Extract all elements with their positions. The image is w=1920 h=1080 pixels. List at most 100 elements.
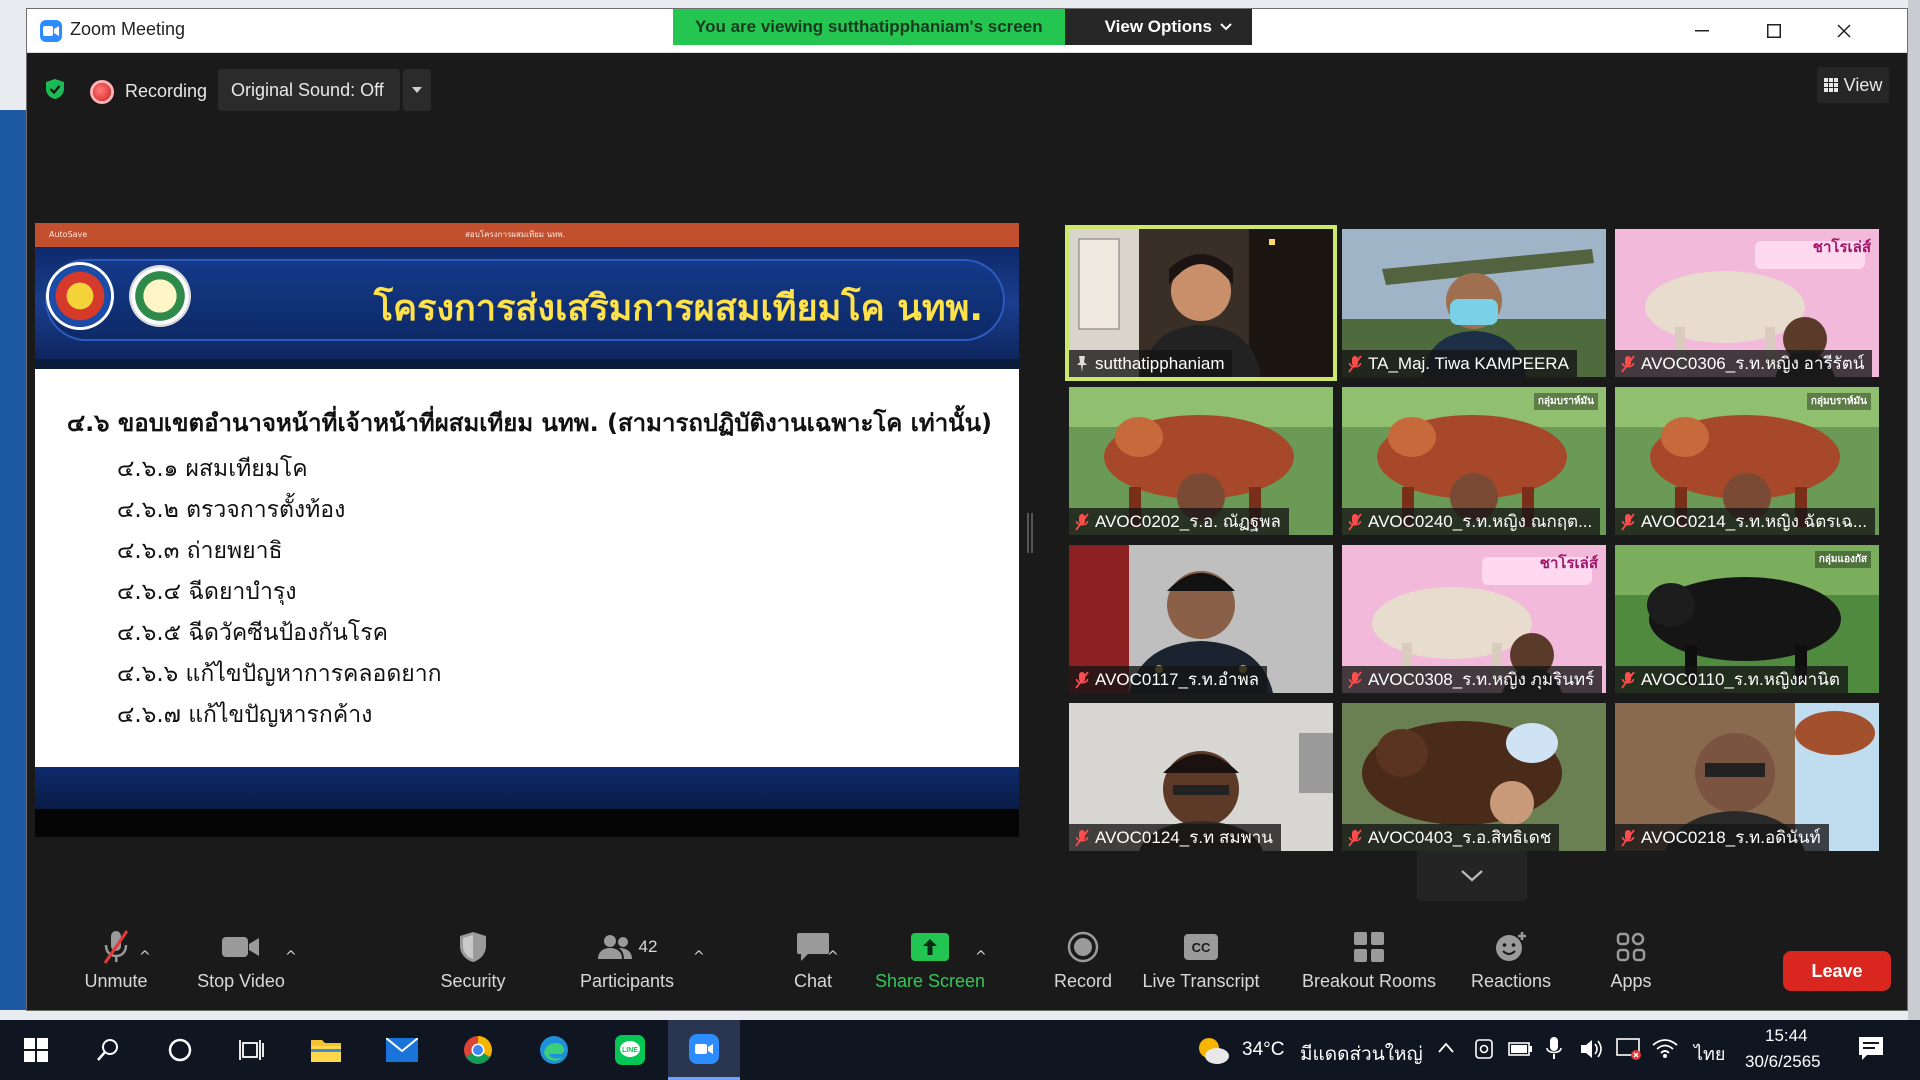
weather-description[interactable]: มีแดดส่วนใหญ่ (1300, 1039, 1423, 1069)
share-screen-label: Share Screen (874, 971, 986, 991)
minimize-button[interactable] (1667, 9, 1737, 53)
participant-tile[interactable]: ชาโรเล่ส์ AVOC0308_ร.ท.หญิง ภุมรินทร์ (1342, 545, 1606, 693)
share-options-caret-icon[interactable]: ^ (975, 949, 987, 965)
microphone-muted-icon (1075, 512, 1089, 531)
live-transcript-button[interactable]: CC Live Transcript (1131, 927, 1271, 1007)
view-label: View (1843, 74, 1883, 95)
meet-now-icon[interactable] (1474, 1038, 1494, 1060)
title-bar: Zoom Meeting You are viewing sutthatipph… (27, 9, 1907, 53)
record-button[interactable]: Record (1033, 927, 1133, 1007)
participant-name-tag: AVOC0403_ร.อ.สิทธิเดช (1342, 824, 1560, 851)
view-options-button[interactable]: View Options (1064, 9, 1252, 45)
leave-meeting-button[interactable]: Leave (1783, 951, 1891, 991)
microphone-icon[interactable] (1546, 1036, 1562, 1060)
mail-taskbar-button[interactable] (366, 1020, 438, 1080)
clock-time[interactable]: 15:44 (1765, 1026, 1808, 1046)
mail-envelope-icon (386, 1038, 418, 1062)
chevron-down-icon (1220, 23, 1232, 31)
stop-video-button[interactable]: Stop Video (181, 927, 301, 1007)
close-icon (1837, 24, 1851, 38)
weather-sun-icon[interactable] (1195, 1034, 1231, 1066)
participant-tile[interactable]: AVOC0218_ร.ท.อดินันท์ (1615, 703, 1879, 851)
chat-button[interactable]: Chat (763, 927, 863, 1007)
security-center-icon[interactable] (1616, 1037, 1642, 1061)
encryption-shield-icon[interactable] (45, 78, 65, 100)
start-button[interactable] (0, 1020, 72, 1080)
audio-options-caret-icon[interactable]: ^ (139, 949, 151, 965)
microphone-muted-icon (1348, 670, 1362, 689)
task-view-button[interactable] (216, 1020, 288, 1080)
view-button[interactable]: View (1817, 67, 1889, 103)
participant-tile[interactable]: ชาโรเล่ส์ AVOC0306_ร.ท.หญิง อารีรัตน์ (1615, 229, 1879, 377)
microphone-muted-icon (1348, 512, 1362, 531)
apps-button[interactable]: Apps (1581, 927, 1681, 1007)
battery-icon[interactable] (1508, 1040, 1534, 1058)
shared-screen[interactable]: AutoSave สอบโครงการผสมเทียม นทพ. โครงการ… (35, 223, 1019, 837)
participant-tile[interactable]: sutthatipphaniam (1069, 229, 1333, 377)
search-button[interactable] (72, 1020, 144, 1080)
participant-tile[interactable]: กลุ่มบราห์มัน AVOC0214_ร.ท.หญิง ฉัตรเฉ... (1615, 387, 1879, 535)
file-explorer-taskbar-button[interactable] (290, 1020, 362, 1080)
record-icon (1067, 931, 1099, 963)
video-camera-icon (222, 937, 259, 957)
participant-name: AVOC0117_ร.ท.อำพล (1095, 670, 1260, 689)
participant-tile[interactable]: AVOC0403_ร.อ.สิทธิเดช (1342, 703, 1606, 851)
participant-count-badge: 42 (638, 937, 658, 956)
clock-date[interactable]: 30/6/2565 (1745, 1052, 1821, 1072)
gallery-next-page-button[interactable] (1417, 851, 1527, 901)
video-options-caret-icon[interactable]: ^ (285, 949, 297, 965)
participant-tile[interactable]: AVOC0202_ร.อ. ณัฏฐพล (1069, 387, 1333, 535)
participant-name: TA_Maj. Tiwa KAMPEERA (1368, 354, 1569, 373)
edge-icon (540, 1036, 568, 1064)
share-screen-button[interactable]: Share Screen (865, 927, 995, 1007)
participant-tile[interactable]: TA_Maj. Tiwa KAMPEERA (1342, 229, 1606, 377)
folder-icon (311, 1040, 341, 1062)
breakout-rooms-button[interactable]: Breakout Rooms (1281, 927, 1457, 1007)
original-sound-dropdown[interactable] (403, 69, 431, 111)
caret-down-icon (412, 87, 422, 93)
close-button[interactable] (1809, 9, 1879, 53)
participant-tile[interactable]: กลุ่มแองกัส AVOC0110_ร.ท.หญิงผานิต (1615, 545, 1879, 693)
participant-tile[interactable]: AVOC0117_ร.ท.อำพล (1069, 545, 1333, 693)
volume-icon[interactable] (1580, 1038, 1604, 1060)
chat-options-caret-icon[interactable]: ^ (827, 949, 839, 965)
chevron-up-icon[interactable] (1438, 1042, 1454, 1054)
cortana-button[interactable] (144, 1020, 216, 1080)
participant-name: AVOC0240_ร.ท.หญิง ณกฤต... (1368, 512, 1593, 531)
participants-options-caret-icon[interactable]: ^ (693, 949, 705, 965)
slide-list-item: ๔.๖.๗ แก้ไขปัญหารกค้าง (117, 702, 373, 728)
closed-captions-icon: CC (1184, 934, 1218, 960)
window-title: Zoom Meeting (70, 19, 186, 39)
zoom-app-icon (689, 1033, 719, 1064)
input-language[interactable]: ไทย (1694, 1039, 1725, 1068)
unmute-button[interactable]: Unmute (61, 927, 171, 1007)
line-taskbar-button[interactable]: LINE (594, 1020, 666, 1080)
split-view-handle[interactable] (1027, 513, 1033, 553)
participants-button[interactable]: 42 Participants (565, 927, 689, 1007)
participant-tile[interactable]: AVOC0124_ร.ท สมพาน (1069, 703, 1333, 851)
zoom-taskbar-button[interactable] (668, 1020, 740, 1080)
slide-list-item: ๔.๖.๓ ถ่ายพยาธิ (117, 538, 283, 564)
security-label: Security (440, 971, 506, 991)
meeting-top-bar: Recording Original Sound: Off View (27, 53, 1907, 133)
reactions-button[interactable]: Reactions (1461, 927, 1561, 1007)
participant-tile[interactable]: กลุ่มบราห์มัน AVOC0240_ร.ท.หญิง ณกฤต... (1342, 387, 1606, 535)
cortana-circle-icon (168, 1038, 192, 1062)
share-banner: You are viewing sutthatipphaniam's scree… (673, 9, 1252, 45)
wifi-icon[interactable] (1652, 1037, 1678, 1059)
slide-list-item: ๔.๖.๕ ฉีดวัคซีนป้องกันโรค (117, 620, 388, 646)
slide-list-item: ๔.๖.๔ ฉีดยาบำรุง (117, 579, 297, 605)
original-sound-button[interactable]: Original Sound: Off (218, 69, 400, 111)
participant-gallery: sutthatipphaniam TA_Maj. Tiwa KAMPEERA ชาโ… (1069, 217, 1891, 859)
virtual-background-caption: กลุ่มบราห์มัน (1806, 393, 1871, 410)
chrome-taskbar-button[interactable] (442, 1020, 514, 1080)
notification-center-icon[interactable] (1858, 1036, 1884, 1062)
security-button[interactable]: Security (423, 927, 523, 1007)
slide-list-item: ๔.๖.๒ ตรวจการตั้งท้อง (117, 497, 346, 523)
zoom-app-icon (40, 20, 62, 42)
chevron-down-icon (1461, 870, 1483, 882)
weather-temperature[interactable]: 34°C (1242, 1039, 1284, 1061)
edge-taskbar-button[interactable] (518, 1020, 590, 1080)
maximize-button[interactable] (1739, 9, 1809, 53)
share-screen-icon (911, 933, 949, 961)
